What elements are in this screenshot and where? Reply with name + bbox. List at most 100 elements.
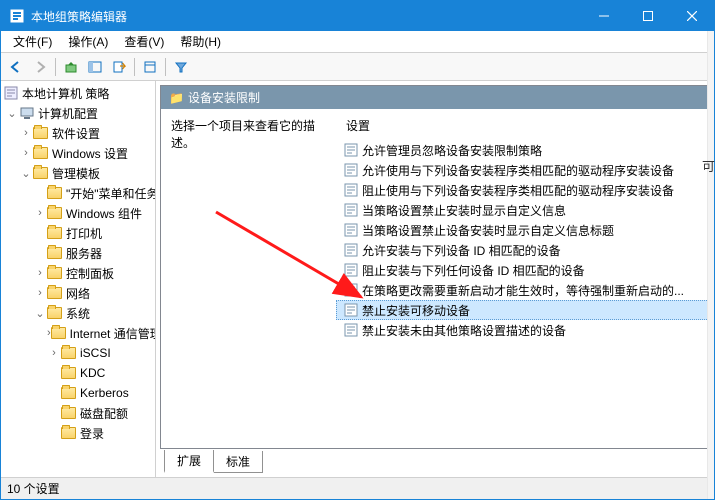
tree-label: iSCSI [80,346,111,360]
tree-software-settings[interactable]: › 软件设置 [1,123,155,143]
expand-icon[interactable]: › [19,147,33,159]
setting-label: 禁止安装可移动设备 [362,302,470,319]
show-hide-tree-button[interactable] [84,56,106,78]
toolbar-separator [165,58,166,76]
refresh-button[interactable] [139,56,161,78]
tree-network[interactable]: ›网络 [1,283,155,303]
toolbar-separator [55,58,56,76]
expand-icon[interactable]: › [19,127,33,139]
back-button[interactable] [5,56,27,78]
folder-icon [61,385,77,401]
tree-internet[interactable]: ›Internet 通信管理 [1,323,155,343]
tree-label: "开始"菜单和任务栏 [66,185,156,202]
tree-label: 本地计算机 策略 [22,85,109,102]
export-button[interactable] [108,56,130,78]
tree-pane[interactable]: 本地计算机 策略 ⌄ 计算机配置 › 软件设置 › Windows 设置 ⌄ 管理模板… [1,81,156,477]
setting-row[interactable]: 在策略更改需要重新启动才能生效时，等待强制重新启动的... [336,280,709,300]
maximize-button[interactable] [626,1,670,31]
tree-label: 软件设置 [52,125,100,142]
setting-label: 阻止安装与下列任何设备 ID 相匹配的设备 [362,262,585,279]
up-button[interactable] [60,56,82,78]
expand-icon[interactable]: › [33,207,47,219]
column-header-setting[interactable]: 设置 [336,114,709,140]
status-count: 10 个设置 [7,480,60,497]
folder-icon [47,185,63,201]
setting-row[interactable]: 禁止安装未由其他策略设置描述的设备 [336,320,709,340]
menu-action[interactable]: 操作(A) [60,31,116,52]
tree-admin-templates[interactable]: ⌄ 管理模板 [1,163,155,183]
setting-icon [344,203,358,217]
collapse-icon[interactable]: ⌄ [5,107,19,120]
setting-row[interactable]: 禁止安装可移动设备 [336,300,709,320]
setting-row[interactable]: 允许安装与下列设备 ID 相匹配的设备 [336,240,709,260]
tree-disk[interactable]: 磁盘配额 [1,403,155,423]
tree-kerberos[interactable]: Kerberos [1,383,155,403]
tree-label: 登录 [80,425,104,442]
collapse-icon[interactable]: ⌄ [33,307,47,320]
folder-icon [47,305,63,321]
tool-bar [1,53,714,81]
setting-label: 允许使用与下列设备安装程序类相匹配的驱动程序安装设备 [362,162,674,179]
setting-icon [344,243,358,257]
setting-row[interactable]: 允许使用与下列设备安装程序类相匹配的驱动程序安装设备 [336,160,709,180]
tree-system[interactable]: ⌄系统 [1,303,155,323]
tree-windows-settings[interactable]: › Windows 设置 [1,143,155,163]
tree-login[interactable]: 登录 [1,423,155,443]
forward-button[interactable] [29,56,51,78]
tree-start-menu[interactable]: "开始"菜单和任务栏 [1,183,155,203]
setting-label: 当策略设置禁止安装时显示自定义信息 [362,202,566,219]
setting-row[interactable]: 当策略设置禁止设备安装时显示自定义信息标题 [336,220,709,240]
minimize-button[interactable] [582,1,626,31]
window-controls [582,1,714,31]
app-icon [9,8,25,24]
setting-icon [344,263,358,277]
tree-iscsi[interactable]: › iSCSI [1,343,155,363]
menu-help[interactable]: 帮助(H) [172,31,229,52]
tab-extended[interactable]: 扩展 [164,450,214,473]
tree-label: 管理模板 [52,165,100,182]
tree-computer-config[interactable]: ⌄ 计算机配置 [1,103,155,123]
folder-icon [33,165,49,181]
setting-label: 当策略设置禁止设备安装时显示自定义信息标题 [362,222,614,239]
expand-icon[interactable]: › [33,267,47,279]
menu-view[interactable]: 查看(V) [116,31,172,52]
tree-label: 计算机配置 [38,105,98,122]
setting-icon [344,303,358,317]
category-header: 📁设备安装限制 [161,86,709,109]
tree-printers[interactable]: 打印机 [1,223,155,243]
folder-small-icon: 📁 [169,91,184,105]
setting-row[interactable]: 允许管理员忽略设备安装限制策略 [336,140,709,160]
collapse-icon[interactable]: ⌄ [19,167,33,180]
tab-standard[interactable]: 标准 [213,451,263,473]
menu-file[interactable]: 文件(F) [5,31,60,52]
tree-windows-components[interactable]: ›Windows 组件 [1,203,155,223]
computer-icon [19,105,35,121]
settings-list[interactable]: 设置 允许管理员忽略设备安装限制策略允许使用与下列设备安装程序类相匹配的驱动程序… [336,109,709,448]
tree-control-panel[interactable]: ›控制面板 [1,263,155,283]
tree-kdc[interactable]: KDC [1,363,155,383]
expand-icon[interactable]: › [47,347,61,359]
tree-root[interactable]: 本地计算机 策略 [1,83,155,103]
tree-label: 磁盘配额 [80,405,128,422]
right-pane: 📁设备安装限制 选择一个项目来查看它的描述。 设置 允许管理员忽略设备安装限制策… [156,81,714,477]
setting-row[interactable]: 阻止使用与下列设备安装程序类相匹配的驱动程序安装设备 [336,180,709,200]
setting-icon [344,283,358,297]
tree-servers[interactable]: 服务器 [1,243,155,263]
folder-icon [51,325,67,341]
folder-icon [61,405,77,421]
expand-icon[interactable]: › [33,287,47,299]
tree-label: 打印机 [66,225,102,242]
tree-label: Windows 设置 [52,145,128,162]
side-character: 可 [702,156,715,175]
setting-row[interactable]: 阻止安装与下列任何设备 ID 相匹配的设备 [336,260,709,280]
body-split: 本地计算机 策略 ⌄ 计算机配置 › 软件设置 › Windows 设置 ⌄ 管理模板… [1,81,714,477]
setting-row[interactable]: 当策略设置禁止安装时显示自定义信息 [336,200,709,220]
filter-button[interactable] [170,56,192,78]
setting-label: 阻止使用与下列设备安装程序类相匹配的驱动程序安装设备 [362,182,674,199]
setting-icon [344,323,358,337]
window-title: 本地组策略编辑器 [31,8,582,25]
close-button[interactable] [670,1,714,31]
policy-icon [3,85,19,101]
folder-icon [47,205,63,221]
folder-icon [33,145,49,161]
